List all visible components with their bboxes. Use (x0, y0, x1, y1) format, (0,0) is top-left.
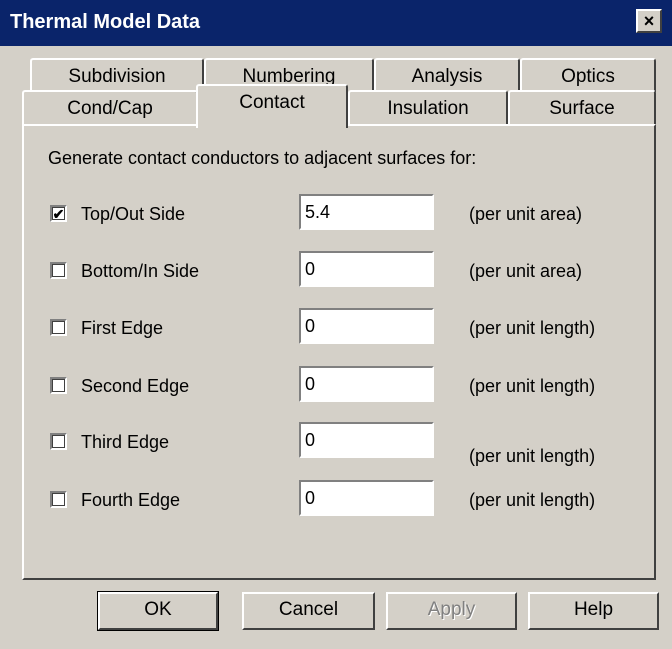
title-bar: Thermal Model Data × (0, 0, 672, 46)
tab-optics[interactable]: Optics (520, 58, 656, 92)
third-edge-checkbox[interactable] (50, 433, 67, 450)
third-edge-input[interactable] (299, 422, 434, 458)
third-edge-label: Third Edge (81, 432, 170, 452)
second-edge-input[interactable] (299, 366, 434, 402)
second-edge-label: Second Edge (81, 376, 190, 396)
top-out-side-unit: (per unit area) (469, 204, 583, 224)
tab-cond-cap[interactable]: Cond/Cap (22, 90, 198, 126)
apply-button[interactable]: Apply (386, 592, 517, 630)
contact-row-second-edge: Second Edge (per unit length) (0, 366, 672, 406)
close-button[interactable]: × (636, 9, 662, 33)
tab-surface[interactable]: Surface (508, 90, 656, 126)
window-title: Thermal Model Data (10, 11, 201, 33)
ok-button[interactable]: OK (97, 591, 219, 631)
contact-row-fourth-edge: Fourth Edge (per unit length) (0, 480, 672, 520)
help-button[interactable]: Help (528, 592, 659, 630)
bottom-in-side-checkbox[interactable] (50, 262, 67, 279)
tab-contact[interactable]: Contact (196, 84, 348, 128)
contact-row-first-edge: First Edge (per unit length) (0, 308, 672, 348)
contact-row-bottom-in-side: Bottom/In Side (per unit area) (0, 251, 672, 291)
tab-subdivision[interactable]: Subdivision (30, 58, 204, 92)
fourth-edge-label: Fourth Edge (81, 490, 181, 510)
check-icon: ✔ (52, 205, 65, 222)
second-edge-unit: (per unit length) (469, 376, 596, 396)
contact-row-top-out-side: ✔ Top/Out Side (per unit area) (0, 194, 672, 234)
tab-analysis[interactable]: Analysis (374, 58, 520, 92)
first-edge-checkbox[interactable] (50, 319, 67, 336)
close-icon: × (643, 11, 655, 31)
first-edge-label: First Edge (81, 318, 164, 338)
top-out-side-input[interactable] (299, 194, 434, 230)
second-edge-checkbox[interactable] (50, 377, 67, 394)
bottom-in-side-input[interactable] (299, 251, 434, 287)
fourth-edge-checkbox[interactable] (50, 491, 67, 508)
top-out-side-label: Top/Out Side (81, 204, 186, 224)
fourth-edge-input[interactable] (299, 480, 434, 516)
first-edge-input[interactable] (299, 308, 434, 344)
contact-row-third-edge: Third Edge (per unit length) (0, 422, 672, 472)
fourth-edge-unit: (per unit length) (469, 490, 596, 510)
top-out-side-checkbox[interactable]: ✔ (50, 205, 67, 222)
third-edge-unit: (per unit length) (469, 446, 596, 466)
cancel-button[interactable]: Cancel (242, 592, 375, 630)
panel-heading: Generate contact conductors to adjacent … (48, 148, 477, 168)
bottom-in-side-label: Bottom/In Side (81, 261, 200, 281)
bottom-in-side-unit: (per unit area) (469, 261, 583, 281)
first-edge-unit: (per unit length) (469, 318, 596, 338)
tab-insulation[interactable]: Insulation (348, 90, 508, 126)
